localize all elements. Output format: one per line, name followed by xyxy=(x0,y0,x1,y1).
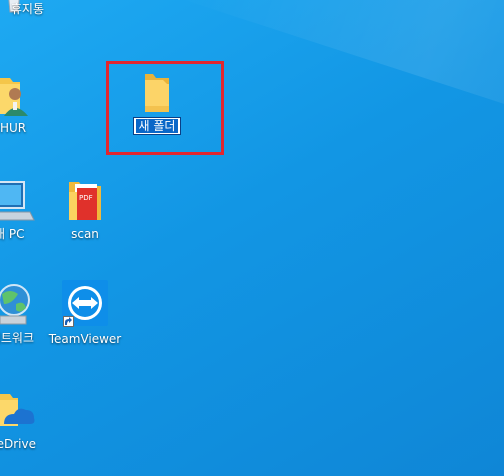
desktop-icon-onedrive[interactable]: OneDrive xyxy=(0,386,40,451)
svg-text:PDF: PDF xyxy=(79,194,93,202)
desktop-icon-label: TeamViewer xyxy=(48,332,122,346)
desktop-icon-label: 네트워크 xyxy=(0,331,34,345)
this-pc-icon xyxy=(0,181,35,221)
onedrive-icon xyxy=(0,394,35,426)
desktop-icon-label: 휴지통 xyxy=(10,2,44,16)
desktop-icon-user-folder[interactable]: HUR xyxy=(0,72,40,135)
desktop-icon-label: scan xyxy=(71,227,99,241)
pdf-folder-icon: PDF xyxy=(69,182,101,220)
desktop-icon-scan[interactable]: PDF scan xyxy=(45,178,125,241)
desktop-icon-label: OneDrive xyxy=(0,437,36,451)
network-icon xyxy=(0,284,30,325)
desktop-icon-teamviewer[interactable]: TeamViewer xyxy=(45,280,125,346)
user-folder-icon xyxy=(0,78,28,116)
shortcut-arrow-icon xyxy=(63,316,74,327)
desktop-icon-this-pc[interactable]: 내 PC xyxy=(0,178,40,241)
desktop-icon-network[interactable]: 네트워크 xyxy=(0,282,40,345)
highlight-box xyxy=(106,61,224,155)
desktop-icon-label: HUR xyxy=(0,121,27,135)
teamviewer-icon xyxy=(62,280,108,326)
desktop-icon-label: 내 PC xyxy=(0,227,25,241)
desktop-icon-recycle-bin[interactable]: 휴지통 xyxy=(0,0,44,16)
desktop[interactable]: 휴지통 HUR 내 PC PDF scan xyxy=(0,0,504,476)
